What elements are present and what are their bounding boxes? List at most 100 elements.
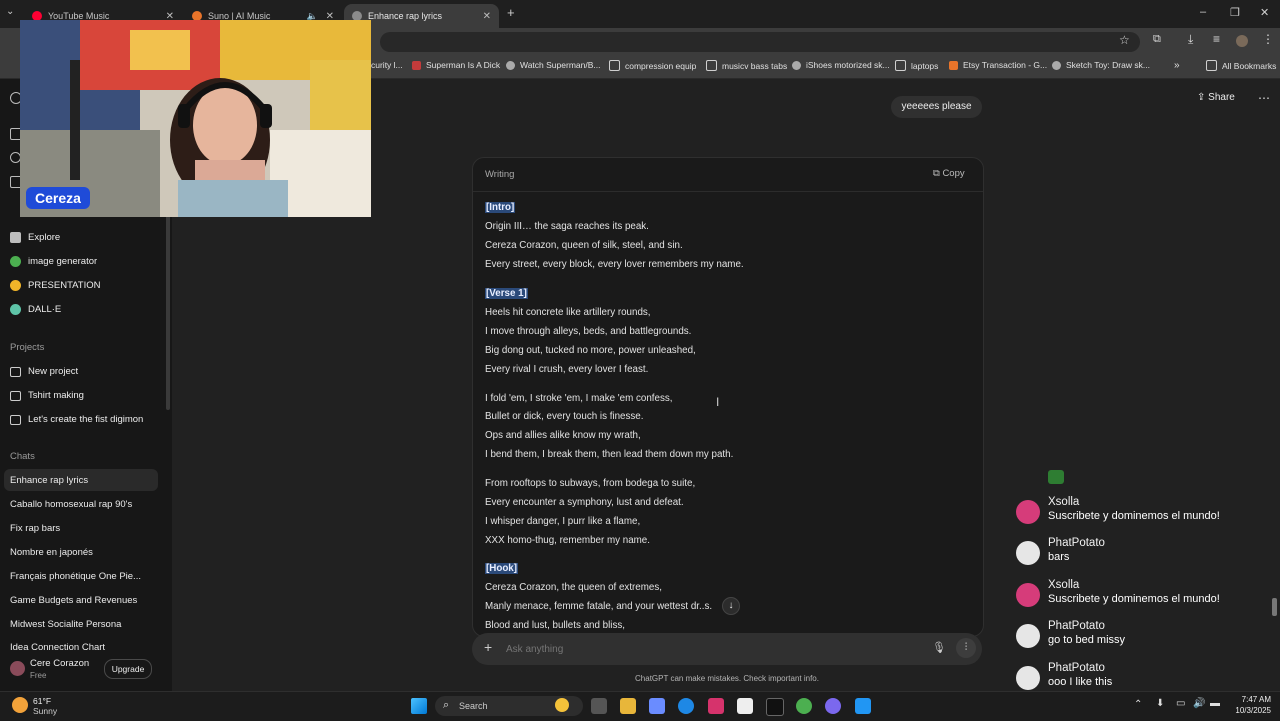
chat-item[interactable]: Français phonétique One Pie... — [10, 571, 141, 582]
lyric-line: From rooftops to subways, from bodega to… — [485, 478, 695, 489]
sidebar-gpt-presentation[interactable]: PRESENTATION — [10, 280, 101, 291]
x-app-icon[interactable] — [766, 698, 784, 716]
extensions-icon[interactable]: ⧉ — [1153, 33, 1161, 46]
close-tab-icon[interactable]: ✕ — [483, 11, 491, 22]
lyric-line: Bullet or dick, every touch is finesse. — [485, 411, 643, 422]
task-view-icon[interactable] — [591, 698, 607, 714]
lyric-text: I fold 'em, I stroke 'em, I make 'em con… — [485, 393, 673, 404]
clock-time[interactable]: 7:47 AM — [1229, 695, 1271, 704]
bookmark-item[interactable]: Superman Is A Dick — [412, 60, 500, 70]
menu-icon[interactable]: ⋮ — [1262, 32, 1274, 46]
new-tab-button[interactable]: + — [507, 5, 515, 20]
sidebar-scrollbar[interactable] — [166, 200, 170, 410]
lyric-text: Big dong out, tucked no more, power unle… — [485, 345, 696, 356]
discord-icon[interactable] — [825, 698, 841, 714]
share-button[interactable]: ⇪ Share — [1197, 92, 1235, 103]
bookmark-item[interactable]: Watch Superman/B... — [506, 60, 600, 70]
bookmark-item[interactable]: Sketch Toy: Draw sk... — [1052, 60, 1150, 70]
chat-item[interactable]: Caballo homosexual rap 90's — [10, 499, 132, 510]
taskbar-search-box[interactable]: ⌕ Search — [435, 696, 583, 716]
tray-app-icon[interactable]: ⬇ — [1156, 698, 1164, 709]
bookmark-label: Sketch Toy: Draw sk... — [1066, 60, 1150, 70]
chat-item[interactable]: Game Budgets and Revenues — [10, 595, 137, 606]
media-control-icon[interactable]: ≡ — [1213, 32, 1220, 46]
chat-item[interactable]: Nombre en japonés — [10, 547, 93, 558]
chat-item[interactable]: Midwest Socialite Persona — [10, 619, 121, 630]
folder-icon — [895, 60, 906, 71]
edge-icon[interactable] — [678, 698, 694, 714]
microphone-icon[interactable]: 🎙 — [932, 641, 946, 654]
bookmark-item[interactable]: curity l... — [371, 60, 403, 70]
bookmark-label: All Bookmarks — [1222, 60, 1277, 71]
battery-icon[interactable]: ▬ — [1210, 698, 1220, 709]
instagram-icon[interactable] — [708, 698, 724, 714]
copy-button[interactable]: ⧉ Copy — [933, 168, 965, 179]
minimize-icon[interactable]: – — [1200, 6, 1206, 18]
folder-icon — [10, 390, 21, 401]
sidebar-project-tshirt[interactable]: Tshirt making — [10, 390, 84, 401]
text-cursor-icon: I — [716, 395, 720, 409]
clock-date[interactable]: 10/3/2025 — [1229, 706, 1271, 715]
sidebar-project-digimon[interactable]: Let's create the fist digimon — [10, 414, 143, 425]
chat-scrollbar[interactable] — [1272, 598, 1277, 616]
search-icon: ⌕ — [443, 699, 450, 711]
chat-item[interactable]: Idea Connection Chart — [10, 643, 105, 651]
file-explorer-icon[interactable] — [620, 698, 636, 714]
copy-label: Copy — [942, 168, 965, 179]
chat-item[interactable]: Enhance rap lyrics — [10, 475, 88, 486]
bookmark-item[interactable]: Etsy Transaction - G... — [949, 60, 1047, 70]
windows-start-icon[interactable] — [411, 698, 427, 714]
amazon-icon[interactable] — [737, 698, 753, 714]
chat-username: PhatPotato — [1048, 537, 1105, 549]
bookmark-label: Etsy Transaction - G... — [963, 60, 1048, 70]
sidebar-gpt-image-generator[interactable]: image generator — [10, 256, 97, 267]
voice-mode-icon[interactable]: ⫶ — [956, 638, 976, 658]
user-message-bubble: yeeeees please — [891, 96, 982, 118]
bookmark-folder[interactable]: compression equip — [609, 60, 696, 71]
lyric-line: Blood and lust, bullets and bliss, — [485, 620, 625, 631]
copilot-icon[interactable] — [649, 698, 665, 714]
sidebar-gpt-explore[interactable]: Explore — [10, 232, 60, 243]
restore-icon[interactable]: ❐ — [1230, 6, 1240, 19]
download-icon[interactable]: ⤓ — [1188, 32, 1193, 47]
stream-chat-message: Xsolla Suscribete y dominemos el mundo! — [1016, 496, 1256, 532]
sidebar-item-label: Explore — [28, 232, 61, 243]
address-bar[interactable] — [380, 32, 1140, 52]
lyric-line: Heels hit concrete like artillery rounds… — [485, 307, 651, 318]
bookmark-item[interactable]: iShoes motorized sk... — [792, 60, 890, 70]
bookmark-folder[interactable]: laptops — [895, 60, 938, 71]
sidebar-project-new[interactable]: New project — [10, 366, 78, 377]
lyric-line: Every encounter a symphony, lust and def… — [485, 497, 684, 508]
chat-message-text: Suscribete y dominemos el mundo! — [1048, 510, 1220, 522]
chat-username: PhatPotato — [1048, 662, 1105, 674]
network-icon[interactable]: ▭ — [1176, 698, 1185, 709]
notepad-icon[interactable] — [855, 698, 871, 714]
all-bookmarks[interactable]: All Bookmarks — [1206, 60, 1276, 71]
chrome-icon[interactable] — [796, 698, 812, 714]
lyric-line: Cereza Corazon, the queen of extremes, — [485, 582, 662, 593]
close-window-icon[interactable]: ✕ — [1260, 6, 1269, 19]
star-icon[interactable]: ☆ — [1119, 33, 1130, 47]
chat-item[interactable]: Fix rap bars — [10, 523, 60, 534]
more-bookmarks-icon[interactable]: » — [1174, 60, 1180, 71]
canvas-header: Writing ⧉ Copy — [473, 158, 983, 192]
lyric-text: From rooftops to subways, from bodega to… — [485, 478, 696, 489]
profile-avatar[interactable] — [1236, 35, 1248, 47]
explore-icon — [10, 232, 21, 243]
sidebar-gpt-dalle[interactable]: DALL·E — [10, 304, 61, 315]
add-attachment-icon[interactable]: + — [484, 639, 492, 655]
message-composer[interactable]: + 🎙 ⫶ — [472, 633, 982, 665]
user-panel[interactable]: Cere Corazon Free Upgrade — [0, 651, 172, 691]
volume-icon[interactable]: 🔊 — [1193, 698, 1205, 709]
bookmark-folder[interactable]: musicv bass tabs — [706, 60, 787, 71]
tray-chevron-icon[interactable]: ⌃ — [1134, 699, 1142, 710]
tab-search-icon[interactable]: ⌄ — [6, 6, 14, 17]
more-options-icon[interactable]: ⋯ — [1258, 91, 1270, 105]
ask-anything-input[interactable] — [504, 639, 908, 659]
lyric-line: Ops and allies alike know my wrath, — [485, 430, 641, 441]
chats-heading: Chats — [10, 451, 35, 462]
search-highlight-icon — [555, 698, 569, 712]
scroll-down-icon[interactable]: ↓ — [722, 597, 740, 615]
weather-temp: 61°F — [33, 696, 52, 706]
writing-canvas: Writing ⧉ Copy [Intro] Origin III… the sa… — [472, 157, 984, 637]
